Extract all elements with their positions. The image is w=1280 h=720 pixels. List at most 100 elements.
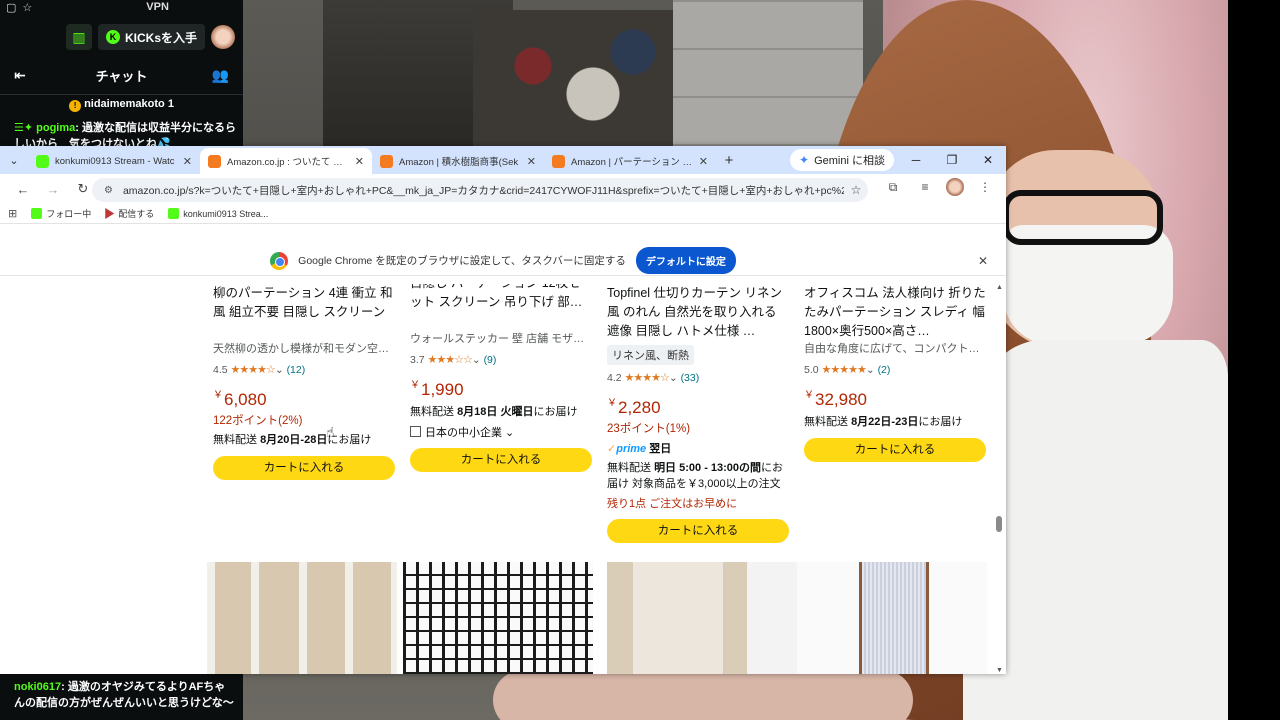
product-rating[interactable]: 4.2 ★★★★☆⌄ (33) [607,371,789,384]
add-to-cart-button[interactable]: カートに入れる [607,519,789,543]
address-bar[interactable]: ⚙ amazon.co.jp/s?k=ついたて+目隠し+室内+おしゃれ+PC&_… [92,178,868,202]
gemini-button[interactable]: ✦ Gemini に相談 [790,149,894,171]
product-price: ￥1,990 [410,380,464,399]
star-rating-icon: ★★★★☆ [230,364,276,376]
seller-badge[interactable]: 日本の中小企業 ⌄ [410,424,592,440]
restore-icon[interactable]: ❐ [934,146,970,174]
scroll-up-icon[interactable]: ▲ [996,284,1003,291]
default-browser-infobar: Google Chrome を既定のブラウザに設定して、タスクバーに固定する デ… [0,246,1006,276]
gemini-label: Gemini に相談 [814,155,885,167]
product-image[interactable] [797,562,987,674]
bookmark-label: フォロー中 [46,209,92,219]
scroll-thumb[interactable] [996,516,1002,532]
product-price: ￥32,980 [804,390,867,409]
collapse-chat-icon[interactable]: ⇤ [14,67,26,84]
delivery-prefix: 無料配送 [213,434,257,446]
add-to-cart-button[interactable]: カートに入れる [410,448,592,472]
price-value: 2,280 [618,398,661,417]
bookmark-stream[interactable]: 配信する [105,207,154,220]
bookmarks-bar: ⊞ フォロー中 配信する konkumi0913 Strea... [0,204,1006,224]
set-default-button[interactable]: デフォルトに設定 [635,247,736,274]
product-rating[interactable]: 4.5 ★★★★☆⌄ (12) [213,363,395,376]
product-image[interactable] [207,562,397,674]
get-kicks-button[interactable]: K KICKsを入手 [98,24,206,50]
product-title[interactable]: 目隠し パーテーション 12枚セット スクリーン 吊り下げ 部… [410,284,592,331]
tab-icon[interactable]: ▢ [6,1,16,14]
product-title[interactable]: Topfinel 仕切りカーテン リネン風 のれん 自然光を取り入れる 遮像 目… [607,284,789,341]
add-to-cart-button[interactable]: カートに入れる [213,456,395,480]
new-tab-icon[interactable]: + [716,152,742,169]
vpn-label[interactable]: VPN [146,1,169,13]
bookmark-star-icon[interactable]: ☆ [844,183,868,197]
apps-icon[interactable]: ⊞ [8,207,17,220]
review-count[interactable]: (2) [878,364,891,376]
product-title[interactable]: オフィスコム 法人様向け 折りたたみパーテーション スレディ 幅1800×奥行5… [804,284,986,341]
add-to-cart-button[interactable]: カートに入れる [804,438,986,462]
close-window-icon[interactable]: ✕ [970,146,1006,174]
extensions-icon[interactable]: ⧉ [882,180,904,195]
prime-badge: ✓prime 翌日 [607,440,789,456]
tab-search-icon[interactable]: ⌄ [0,154,28,167]
profile-avatar[interactable] [946,178,964,196]
bookmark-label: konkumi0913 Strea... [183,208,269,219]
avatar[interactable] [211,25,236,49]
star-rating-icon: ★★★★☆ [624,372,670,384]
scroll-down-icon[interactable]: ▼ [996,667,1003,674]
back-icon[interactable]: ← [10,182,36,197]
close-tab-icon[interactable]: ✕ [699,155,708,168]
infobar-text: Google Chrome を既定のブラウザに設定して、タスクバーに固定する [298,255,626,267]
menu-icon[interactable]: ⋮ [974,180,996,194]
page-scrollbar[interactable]: ▲ ▼ [996,284,1004,674]
delivery-prefix: 無料配送 [410,406,454,418]
product-image[interactable] [607,562,797,674]
tab-title: Amazon.co.jp : ついたて 目隠 [227,157,349,168]
background-drawers [673,0,863,150]
minimize-icon[interactable]: ─ [898,146,934,174]
product-rating[interactable]: 3.7 ★★★☆☆⌄ (9) [410,353,592,366]
review-count[interactable]: (9) [484,354,497,366]
pinned-username[interactable]: nidaimemakoto [84,98,165,110]
close-tab-icon[interactable]: ✕ [355,155,364,168]
tab-title: Amazon | 積水樹脂商事(Sek [399,157,519,168]
review-count[interactable]: (33) [681,372,700,384]
tab-title: konkumi0913 Stream - Watc [55,155,175,167]
prime-check-icon: ✓ [607,443,617,455]
browser-toolbar: ← → ↻ ⚙ amazon.co.jp/s?k=ついたて+目隠し+室内+おしゃ… [0,174,1006,204]
close-infobar-icon[interactable]: ✕ [978,254,988,268]
gemini-sparkle-icon: ✦ [799,153,810,167]
tab-amazon-partition[interactable]: Amazon | パーテーション 仕切 ✕ [544,148,716,174]
product-image[interactable] [403,562,593,674]
tab-amazon-sekisui[interactable]: Amazon | 積水樹脂商事(Sek ✕ [372,148,544,174]
site-info-icon[interactable]: ⚙ [104,185,113,196]
bookmark-konkumi[interactable]: konkumi0913 Strea... [168,208,268,219]
chat-topbar: ▢ ☆ VPN [0,0,243,14]
chat-username[interactable]: noki0617 [14,681,61,693]
product-card: 目隠し パーテーション 12枚セット スクリーン 吊り下げ 部… ウォールステッ… [410,284,592,472]
close-tab-icon[interactable]: ✕ [527,155,536,168]
forward-icon[interactable]: → [40,182,66,197]
divider [0,94,243,95]
tab-amazon-search[interactable]: Amazon.co.jp : ついたて 目隠 ✕ [200,148,372,174]
kick-logo-icon: K [106,30,120,44]
prime-day: 翌日 [649,443,672,455]
delivery-suffix: にお届け [533,406,578,418]
tab-kick-stream[interactable]: konkumi0913 Stream - Watc ✕ [28,148,200,174]
streamer-arm [493,670,913,720]
channel-icon[interactable]: ▥ [66,24,92,50]
users-icon[interactable]: 👥 [212,67,229,84]
rating-value: 5.0 [804,364,819,376]
kick-favicon-icon [31,208,43,219]
star-rating-icon: ★★★☆☆ [427,354,473,366]
product-rating[interactable]: 5.0 ★★★★★⌄ (2) [804,363,986,376]
chat-username[interactable]: pogima [36,122,75,134]
product-title[interactable]: 柳のパーテーション 4連 衝立 和風 組立不要 目隠し スクリーン [213,284,395,341]
close-tab-icon[interactable]: ✕ [183,155,192,168]
bookmark-following[interactable]: フォロー中 [31,207,91,220]
media-icon[interactable]: ≡ [914,180,936,194]
gift-badge-icon: ! [69,100,82,112]
review-count[interactable]: (12) [287,364,306,376]
star-icon[interactable]: ☆ [22,1,32,14]
product-tag: リネン風、断熱 [607,345,694,365]
product-card: 柳のパーテーション 4連 衝立 和風 組立不要 目隠し スクリーン 天然柳の透か… [213,284,395,480]
chat-actions: ▥ K KICKsを入手 [66,24,236,50]
